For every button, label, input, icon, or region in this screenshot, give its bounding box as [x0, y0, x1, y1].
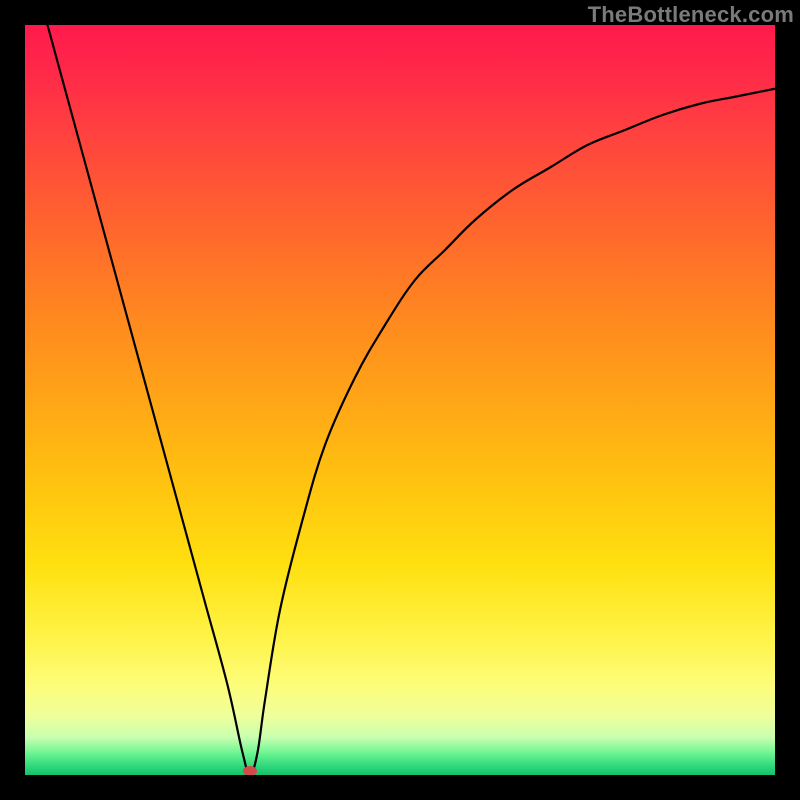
plot-area: [25, 25, 775, 775]
bottleneck-curve: [48, 25, 776, 775]
curve-layer: [25, 25, 775, 775]
watermark-text: TheBottleneck.com: [588, 2, 794, 28]
chart-frame: TheBottleneck.com: [0, 0, 800, 800]
